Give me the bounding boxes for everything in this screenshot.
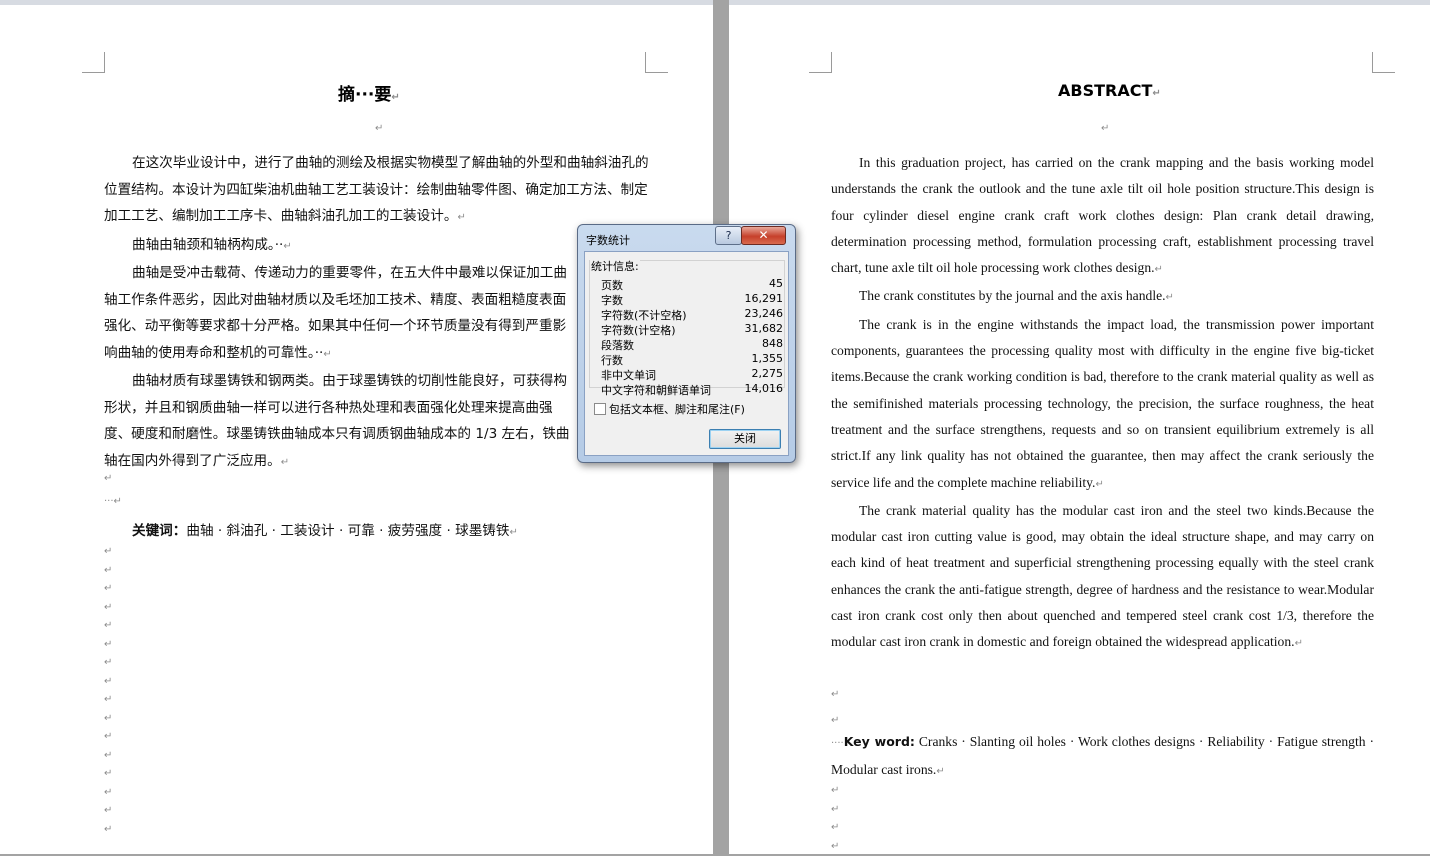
en-paragraph-1: In this graduation project, has carried … bbox=[831, 155, 1374, 276]
stat-value-words: 16,291 bbox=[744, 292, 784, 305]
stat-value-non-chinese-words: 2,275 bbox=[751, 367, 784, 380]
stat-row-chars-no-spaces: 字符数(不计空格) bbox=[601, 309, 687, 322]
empty-line-marks: ↵ ···↵ bbox=[104, 473, 122, 507]
en-paragraph-2: The crank constitutes by the journal and… bbox=[859, 288, 1174, 304]
empty-line-marks-bottom-left: ↵ ↵ ↵ ↵ ↵ ↵ ↵ ↵ ↵ ↵ ↵ ↵ ↵ ↵ ↵ ↵ bbox=[104, 546, 113, 835]
include-textboxes-label[interactable]: 包括文本框、脚注和尾注(F) bbox=[609, 401, 745, 417]
close-button[interactable]: 关闭 bbox=[709, 429, 781, 449]
zh-paragraph-1: 在这次毕业设计中，进行了曲轴的测绘及根据实物模型了解曲轴的外型和曲轴斜油孔的位置… bbox=[104, 155, 649, 224]
stat-value-chars-no-spaces: 23,246 bbox=[744, 307, 784, 320]
zh-paragraph-2: 曲轴由轴颈和轴柄构成。··↵ bbox=[132, 236, 292, 253]
empty-line-marks-bottom-right: ↵ ↵ ↵ ↵ bbox=[831, 785, 840, 852]
dialog-close-x-button[interactable]: ✕ bbox=[741, 226, 786, 245]
stat-row-lines: 行数 bbox=[601, 354, 623, 367]
word-count-dialog[interactable]: 字数统计 ? ✕ 统计信息: 页数 45 字数 16,291 字符数(不计空格)… bbox=[577, 224, 796, 463]
stat-row-words: 字数 bbox=[601, 294, 623, 307]
keywords-label-zh: 关键词： bbox=[132, 523, 187, 539]
stat-row-pages: 页数 bbox=[601, 279, 623, 292]
zh-paragraph-4: 曲轴材质有球墨铸铁和钢两类。由于球墨铸铁的切削性能良好，可获得构形状，并且和钢质… bbox=[104, 373, 570, 469]
margin-corner-top-left-right-page bbox=[809, 52, 832, 73]
keywords-zh: 关键词：曲轴 · 斜油孔 · 工装设计 · 可靠 · 疲劳强度 · 球墨铸铁↵ bbox=[132, 523, 518, 539]
include-textboxes-checkbox[interactable] bbox=[594, 403, 606, 415]
dialog-title: 字数统计 bbox=[586, 234, 630, 247]
en-paragraph-4: The crank material quality has the modul… bbox=[831, 502, 1374, 650]
close-icon: ✕ bbox=[758, 228, 769, 242]
paragraph-mark: ↵ bbox=[375, 123, 384, 134]
help-icon: ? bbox=[725, 229, 732, 242]
margin-corner-top-right-right-page bbox=[1372, 52, 1395, 73]
help-button[interactable]: ? bbox=[715, 226, 742, 245]
zh-paragraph-3: 曲轴是受冲击载荷、传递动力的重要零件，在五大件中最难以保证加工曲轴工作条件恶劣，… bbox=[104, 265, 567, 361]
stat-value-asian-chars: 14,016 bbox=[744, 382, 784, 395]
stat-value-pages: 45 bbox=[769, 277, 783, 290]
margin-corner-top-right bbox=[645, 52, 668, 73]
en-paragraph-3: The crank is in the engine withstands th… bbox=[831, 316, 1374, 490]
empty-line-marks-right: ↵ ↵ bbox=[831, 689, 840, 726]
stat-value-lines: 1,355 bbox=[751, 352, 784, 365]
stat-value-chars-with-spaces: 31,682 bbox=[744, 322, 784, 335]
abstract-body-en[interactable]: In this graduation project, has carried … bbox=[831, 150, 1374, 658]
margin-corner-top-left bbox=[82, 52, 105, 73]
stat-row-non-chinese-words: 非中文单词 bbox=[601, 369, 656, 382]
abstract-title-zh: 摘···要↵ bbox=[338, 85, 400, 105]
stat-row-chars-with-spaces: 字符数(计空格) bbox=[601, 324, 676, 337]
statistics-group-label: 统计信息: bbox=[590, 258, 640, 274]
keywords-en: ····Key word: Cranks · Slanting oil hole… bbox=[831, 734, 1374, 778]
keywords-label-en: Key word: bbox=[843, 734, 915, 749]
dialog-client-area: 统计信息: 页数 45 字数 16,291 字符数(不计空格) 23,246 字… bbox=[584, 251, 789, 456]
paragraph-mark-right: ↵ bbox=[1101, 123, 1110, 134]
abstract-title-en: ABSTRACT↵ bbox=[1058, 81, 1161, 100]
dialog-titlebar[interactable]: 字数统计 ? ✕ bbox=[578, 225, 795, 249]
stat-row-paragraphs: 段落数 bbox=[601, 339, 634, 352]
abstract-body-zh[interactable]: 在这次毕业设计中，进行了曲轴的测绘及根据实物模型了解曲轴的外型和曲轴斜油孔的位置… bbox=[104, 150, 649, 476]
stat-value-paragraphs: 848 bbox=[762, 337, 783, 350]
